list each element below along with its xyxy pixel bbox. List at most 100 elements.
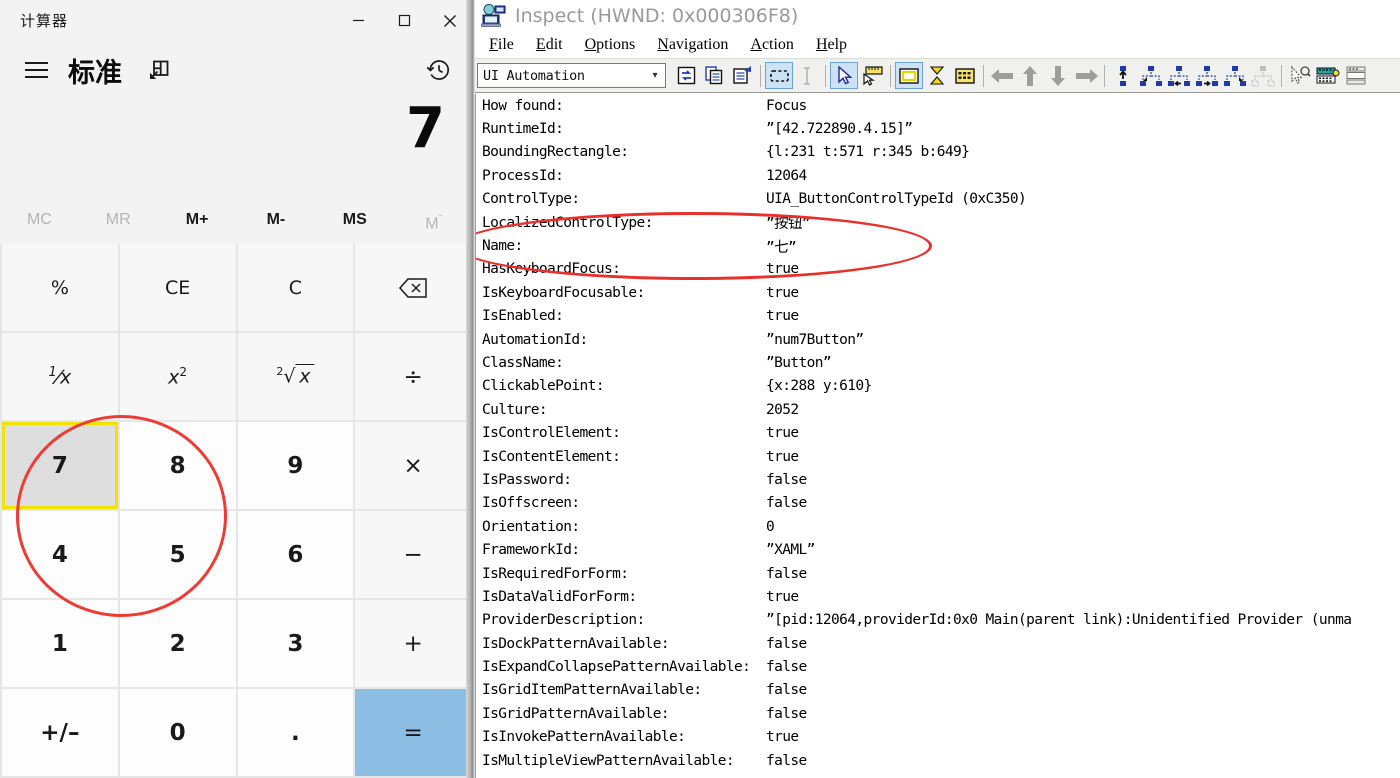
menu-file[interactable]: File [489,36,514,54]
property-row[interactable]: HasKeyboardFocus: true [476,258,1400,281]
property-key: IsExpandCollapsePatternAvailable: [482,659,751,676]
display-value: 7 [406,96,445,161]
key-square-root[interactable]: 2√ x [237,333,354,420]
properties-list[interactable]: How found: Focus RuntimeId: ”[42.722890.4.1… [475,94,1400,778]
key-two[interactable]: 2 [119,600,236,687]
menu-navigation[interactable]: Navigation [657,36,728,54]
key-subtract[interactable]: − [355,511,471,598]
property-row[interactable]: Orientation: 0 [476,515,1400,538]
history-clock-icon[interactable] [419,51,459,89]
properties-icon[interactable] [728,62,756,89]
memory-button-m[interactable]: M- [237,200,316,240]
key-square[interactable]: x2 [119,333,236,420]
menu-edit[interactable]: Edit [536,36,563,54]
highlight-ruler-icon[interactable] [858,62,886,89]
key-six[interactable]: 6 [237,511,354,598]
property-row[interactable]: RuntimeId: ”[42.722890.4.15]” [476,117,1400,140]
property-row[interactable]: ClickablePoint: {x:288 y:610} [476,375,1400,398]
select-rectangle-icon[interactable] [765,62,793,89]
key-divide[interactable]: ÷ [355,333,471,420]
nav-right-icon[interactable] [1072,62,1100,89]
key-clear[interactable]: C [237,244,354,331]
memory-button-m[interactable]: M+ [158,200,237,240]
property-row[interactable]: ControlType: UIA_ButtonControlTypeId (0xC… [476,188,1400,211]
property-row[interactable]: IsDataValidForForm: true [476,585,1400,608]
grid-icon[interactable] [951,62,979,89]
property-value: false [766,705,807,722]
inspect-menubar: File Edit Options Navigation Action Help [475,31,1400,58]
property-row[interactable]: IsMultipleViewPatternAvailable: false [476,749,1400,772]
pointer-arrow-icon[interactable] [830,62,858,89]
tree-next-sibling-icon[interactable] [1193,62,1221,89]
property-row[interactable]: FrameworkId: ”XAML” [476,538,1400,561]
property-row[interactable]: AutomationId: ”num7Button” [476,328,1400,351]
keep-on-top-icon[interactable] [144,55,174,85]
maximize-button[interactable] [381,0,427,41]
key-zero[interactable]: 0 [119,689,236,776]
key-eight[interactable]: 8 [119,422,236,509]
property-row[interactable]: BoundingRectangle: {l:231 t:571 r:345 b:6… [476,141,1400,164]
menu-options[interactable]: Options [585,36,636,54]
keyboard-focus-icon[interactable] [1314,62,1342,89]
property-row[interactable]: IsKeyboardFocusable: true [476,281,1400,304]
nav-down-icon[interactable] [1044,62,1072,89]
key-four[interactable]: 4 [2,511,118,598]
key-seven[interactable]: 7 [2,422,118,509]
property-row[interactable]: IsExpandCollapsePatternAvailable: false [476,655,1400,678]
key-equals[interactable]: = [355,689,471,776]
key-backspace[interactable] [355,244,471,331]
property-row[interactable]: ProcessId: 12064 [476,164,1400,187]
property-row[interactable]: ProviderDescription: ”[pid:12064,provider… [476,609,1400,632]
key-three[interactable]: 3 [237,600,354,687]
property-row[interactable]: IsGridPatternAvailable: false [476,702,1400,725]
provider-combobox[interactable]: UI Automation ▾ [477,63,666,88]
menu-action[interactable]: Action [750,36,794,54]
minimize-button[interactable] [335,0,381,41]
key-negate[interactable]: +/– [2,689,118,776]
property-key: ClickablePoint: [482,378,605,395]
window-list-icon[interactable] [1342,62,1370,89]
property-row[interactable]: IsGridItemPatternAvailable: false [476,679,1400,702]
key-percent[interactable]: % [2,244,118,331]
tree-last-child-icon[interactable] [1221,62,1249,89]
nav-up-icon[interactable] [1016,62,1044,89]
key-decimal[interactable]: . [237,689,354,776]
text-cursor-icon[interactable] [793,62,821,89]
property-row[interactable]: Culture: 2052 [476,398,1400,421]
key-multiply[interactable]: × [355,422,471,509]
property-row[interactable]: IsEnabled: true [476,305,1400,328]
key-one[interactable]: 1 [2,600,118,687]
tree-first-child-icon[interactable] [1137,62,1165,89]
property-row[interactable]: IsRequiredForForm: false [476,562,1400,585]
tree-parent-icon[interactable] [1109,62,1137,89]
memory-button-m: Mˇ [425,214,442,233]
memory-button-ms[interactable]: MS [315,200,394,240]
property-row[interactable]: ClassName: ”Button” [476,351,1400,374]
property-row[interactable]: How found: Focus [476,94,1400,117]
calculator-header: 标准 [0,41,473,99]
tree-previous-sibling-icon[interactable] [1165,62,1193,89]
property-row[interactable]: IsInvokePatternAvailable: true [476,726,1400,749]
menu-help[interactable]: Help [816,36,847,54]
copy-icon[interactable] [700,62,728,89]
nav-left-icon[interactable] [988,62,1016,89]
watch-cursor-icon[interactable] [1286,62,1314,89]
property-value: UIA_ButtonControlTypeId (0xC350) [766,191,1027,208]
key-add[interactable]: + [355,600,471,687]
property-row[interactable]: IsDockPatternAvailable: false [476,632,1400,655]
hamburger-icon[interactable] [16,51,56,89]
property-row[interactable]: IsPassword: false [476,468,1400,491]
key-reciprocal[interactable]: 1⁄x [2,333,118,420]
tree-descend-icon[interactable] [1249,62,1277,89]
property-row[interactable]: IsControlElement: true [476,421,1400,444]
rectangle-highlight-icon[interactable] [895,62,923,89]
property-row[interactable]: IsOffscreen: false [476,492,1400,515]
refresh-icon[interactable] [672,62,700,89]
hourglass-icon[interactable] [923,62,951,89]
property-row[interactable]: LocalizedControlType: ”按钮” [476,211,1400,234]
property-row[interactable]: IsContentElement: true [476,445,1400,468]
property-row[interactable]: Name: ”七” [476,234,1400,257]
key-nine[interactable]: 9 [237,422,354,509]
key-clear-entry[interactable]: CE [119,244,236,331]
key-five[interactable]: 5 [119,511,236,598]
